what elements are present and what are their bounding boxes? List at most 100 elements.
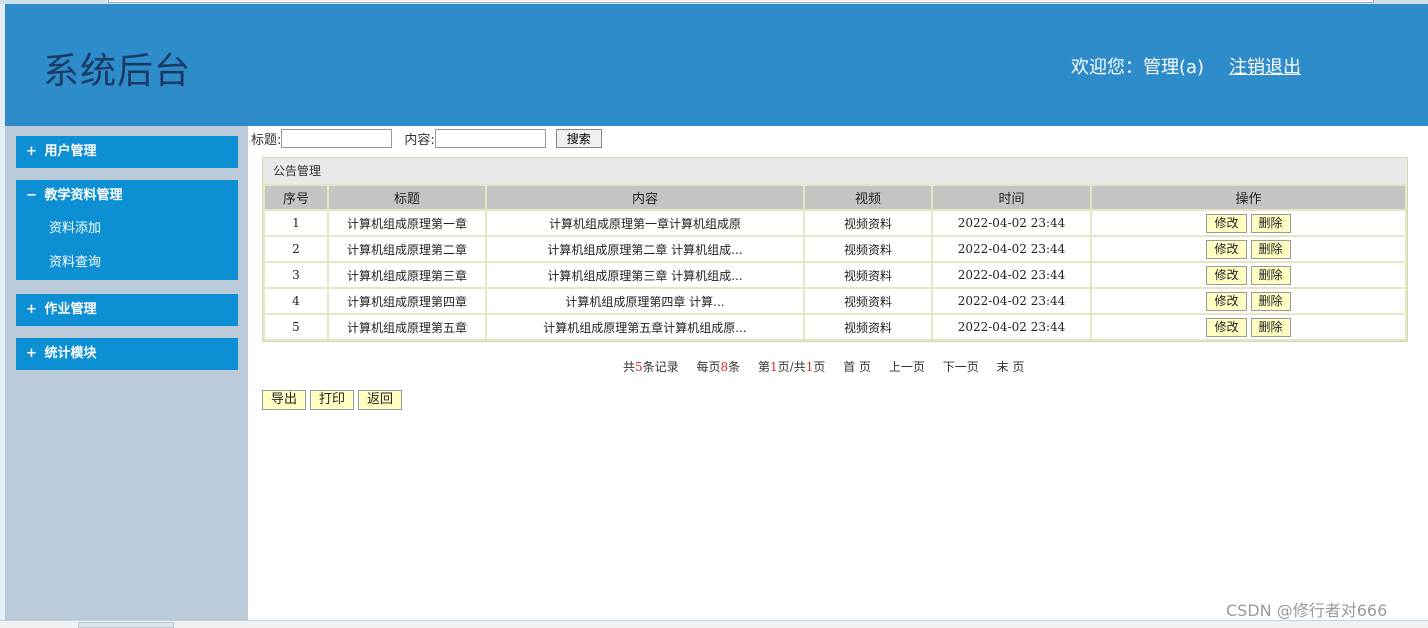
cell-video: 视频资料: [803, 287, 933, 315]
menu-statistics[interactable]: + 统计模块: [16, 338, 238, 370]
menu-header[interactable]: + 统计模块: [16, 338, 238, 370]
table-row: 2 计算机组成原理第二章 计算机组成原理第二章 计算机组成... 视频资料 20…: [263, 235, 1407, 263]
delete-button[interactable]: 删除: [1250, 213, 1291, 233]
main-content: 标题: 内容: 搜索 公告管理 序号 标题 内容 视频 时间 操作 1 计算机组…: [248, 126, 1428, 620]
total-count: 5: [635, 360, 643, 374]
menu-header[interactable]: + 作业管理: [16, 294, 238, 326]
column-header-no: 序号: [263, 184, 329, 211]
per-page-count: 8: [720, 360, 729, 374]
cell-no: 3: [263, 261, 329, 289]
cell-content: 计算机组成原理第一章计算机组成原: [485, 209, 805, 237]
cell-content: 计算机组成原理第五章计算机组成原...: [485, 313, 805, 341]
cell-content: 计算机组成原理第三章 计算机组成...: [485, 261, 805, 289]
header: 系统后台 欢迎您：管理(a) 注销退出: [5, 4, 1428, 126]
welcome-text: 欢迎您：管理(a): [1071, 57, 1205, 78]
cell-actions: 修改 删除: [1090, 313, 1407, 341]
menu-label: 作业管理: [44, 302, 97, 317]
page-prefix: 第: [758, 360, 771, 374]
panel-title: 公告管理: [263, 158, 1407, 184]
export-button[interactable]: 导出: [262, 390, 307, 410]
app-title: 系统后台: [43, 51, 192, 92]
total-suffix: 条记录: [642, 360, 679, 374]
title-search-input[interactable]: [281, 129, 393, 148]
cell-actions: 修改 删除: [1090, 235, 1407, 263]
expand-icon: +: [26, 144, 37, 159]
edit-button[interactable]: 修改: [1206, 213, 1247, 233]
cell-time: 2022-04-02 23:44: [931, 287, 1092, 315]
first-page-link[interactable]: 首 页: [843, 360, 871, 374]
page-mid: 页/共: [777, 360, 806, 374]
pagination: 共5条记录 每页8条 第1页/共1页 首 页 上一页 下一页 末 页: [623, 358, 1024, 375]
table-header-row: 序号 标题 内容 视频 时间 操作: [263, 184, 1407, 211]
cell-title: 计算机组成原理第五章: [327, 313, 487, 341]
expand-icon: +: [26, 302, 37, 317]
column-header-title: 标题: [327, 184, 487, 211]
content-search-input[interactable]: [434, 129, 546, 148]
cell-video: 视频资料: [803, 235, 933, 263]
cell-content: 计算机组成原理第二章 计算机组成...: [485, 235, 805, 263]
expand-icon: +: [26, 346, 37, 361]
cell-video: 视频资料: [803, 313, 933, 341]
edit-button[interactable]: 修改: [1206, 239, 1247, 259]
cell-time: 2022-04-02 23:44: [931, 313, 1092, 341]
page-suffix: 页: [813, 360, 826, 374]
table-row: 1 计算机组成原理第一章 计算机组成原理第一章计算机组成原 视频资料 2022-…: [263, 209, 1407, 237]
cell-video: 视频资料: [803, 209, 933, 237]
search-bar: 标题: 内容: 搜索: [251, 129, 602, 148]
edit-button[interactable]: 修改: [1206, 291, 1247, 311]
menu-label: 统计模块: [44, 346, 97, 361]
last-page-link[interactable]: 末 页: [997, 360, 1025, 374]
next-page-link[interactable]: 下一页: [943, 360, 979, 374]
column-header-time: 时间: [931, 184, 1092, 211]
delete-button[interactable]: 删除: [1250, 265, 1291, 285]
title-label: 标题:: [251, 133, 282, 148]
cell-video: 视频资料: [803, 261, 933, 289]
logout-link[interactable]: 注销退出: [1229, 53, 1301, 79]
edit-button[interactable]: 修改: [1206, 265, 1247, 285]
address-bar-edge: [108, 0, 1374, 3]
notice-panel: 公告管理 序号 标题 内容 视频 时间 操作 1 计算机组成原理第一章 计算机组…: [262, 157, 1408, 342]
collapse-icon: −: [26, 188, 37, 203]
sidebar: + 用户管理 − 教学资料管理 资料添加 资料查询 + 作业管理 + 统计模块: [5, 126, 248, 620]
cell-title: 计算机组成原理第三章: [327, 261, 487, 289]
content-label: 内容:: [404, 133, 435, 148]
table-row: 3 计算机组成原理第三章 计算机组成原理第三章 计算机组成... 视频资料 20…: [263, 261, 1407, 289]
cell-no: 4: [263, 287, 329, 315]
cell-title: 计算机组成原理第二章: [327, 235, 487, 263]
cell-no: 2: [263, 235, 329, 263]
menu-homework-management[interactable]: + 作业管理: [16, 294, 238, 326]
submenu-query-material[interactable]: 资料查询: [16, 246, 238, 280]
cell-title: 计算机组成原理第四章: [327, 287, 487, 315]
menu-label: 用户管理: [44, 144, 97, 159]
menu-label: 教学资料管理: [44, 188, 123, 203]
cell-actions: 修改 删除: [1090, 287, 1407, 315]
cell-content: 计算机组成原理第四章 计算...: [485, 287, 805, 315]
menu-header[interactable]: − 教学资料管理: [16, 180, 238, 212]
print-button[interactable]: 打印: [310, 390, 355, 410]
cell-no: 1: [263, 209, 329, 237]
cell-actions: 修改 删除: [1090, 209, 1407, 237]
menu-header[interactable]: + 用户管理: [16, 136, 238, 168]
prev-page-link[interactable]: 上一页: [889, 360, 925, 374]
delete-button[interactable]: 删除: [1250, 239, 1291, 259]
delete-button[interactable]: 删除: [1250, 291, 1291, 311]
bottom-tab: [78, 622, 174, 628]
notice-table: 序号 标题 内容 视频 时间 操作 1 计算机组成原理第一章 计算机组成原理第一…: [263, 184, 1407, 341]
column-header-content: 内容: [485, 184, 805, 211]
search-button[interactable]: 搜索: [555, 129, 602, 148]
watermark: CSDN @修行者对666: [1226, 601, 1388, 620]
table-row: 4 计算机组成原理第四章 计算机组成原理第四章 计算... 视频资料 2022-…: [263, 287, 1407, 315]
menu-teaching-material[interactable]: − 教学资料管理 资料添加 资料查询: [16, 180, 238, 280]
menu-user-management[interactable]: + 用户管理: [16, 136, 238, 168]
delete-button[interactable]: 删除: [1250, 317, 1291, 337]
table-row: 5 计算机组成原理第五章 计算机组成原理第五章计算机组成原... 视频资料 20…: [263, 313, 1407, 341]
total-prefix: 共: [623, 360, 636, 374]
action-buttons: 导出 打印 返回: [262, 390, 406, 410]
submenu-add-material[interactable]: 资料添加: [16, 212, 238, 246]
column-header-video: 视频: [803, 184, 933, 211]
per-page-suffix: 条: [728, 360, 741, 374]
back-button[interactable]: 返回: [358, 390, 403, 410]
edit-button[interactable]: 修改: [1206, 317, 1247, 337]
cell-time: 2022-04-02 23:44: [931, 261, 1092, 289]
cell-actions: 修改 删除: [1090, 261, 1407, 289]
